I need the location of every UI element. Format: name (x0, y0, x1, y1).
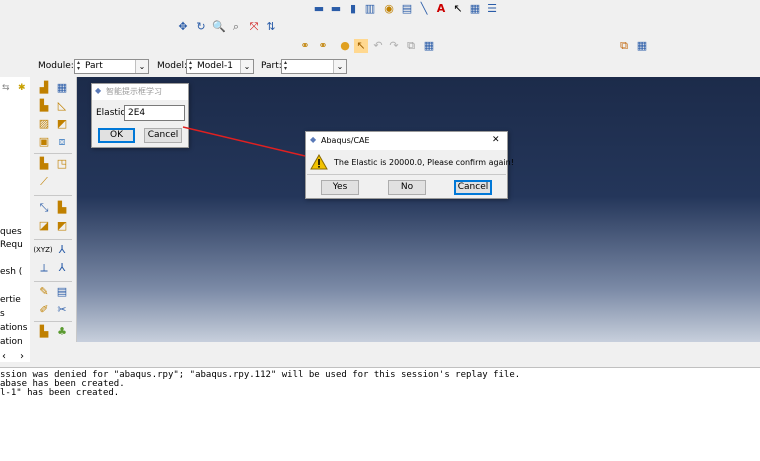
confirm-message: The Elastic is 20000.0, Please confirm a… (334, 158, 514, 167)
red-arrow-annotation (182, 126, 329, 163)
close-icon[interactable]: ✕ (492, 135, 500, 145)
dialog-divider (307, 174, 506, 175)
abaqus-confirm-dialog: ◆ Abaqus/CAE ✕ The Elastic is 20000.0, P… (305, 131, 514, 199)
dialog-titlebar[interactable]: ◆ Abaqus/CAE ✕ (306, 132, 507, 150)
no-button[interactable]: No (388, 180, 426, 195)
yes-button[interactable]: Yes (321, 180, 359, 195)
warning-icon (310, 154, 328, 170)
dialog-title: Abaqus/CAE (321, 136, 370, 145)
app-icon: ◆ (310, 135, 317, 144)
cancel-button[interactable]: Cancel (454, 180, 492, 195)
